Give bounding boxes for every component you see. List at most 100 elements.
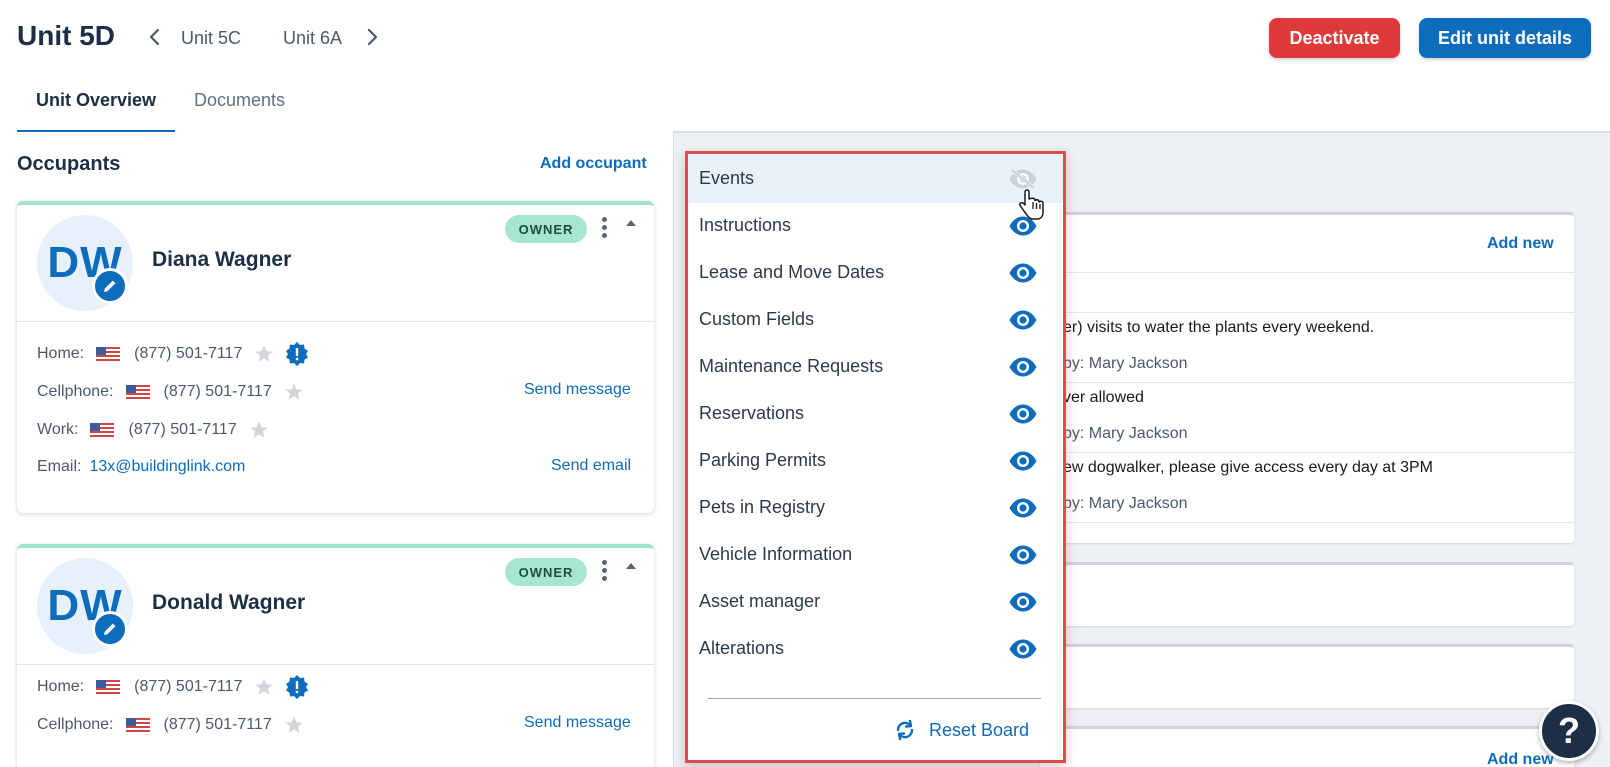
cellphone-row: Cellphone: (877) 501-7117: [37, 380, 304, 404]
menu-item-label: Maintenance Requests: [699, 356, 884, 376]
hand-cursor-icon: [1017, 188, 1047, 222]
star-icon[interactable]: [284, 715, 304, 735]
eye-icon[interactable]: [1008, 403, 1038, 425]
star-icon[interactable]: [254, 677, 274, 697]
eye-icon[interactable]: [1008, 638, 1038, 660]
email-row: Email: 13x@buildinglink.com: [37, 455, 245, 479]
menu-item-asset-manager[interactable]: Asset manager: [688, 578, 1063, 626]
menu-item-pets-in-registry[interactable]: Pets in Registry: [688, 484, 1063, 532]
note-author: by: Mary Jackson: [1063, 425, 1188, 442]
menu-item-label: Events: [699, 168, 755, 188]
home-phone: (877) 501-7117: [134, 345, 243, 362]
add-new-link[interactable]: Add new: [1487, 751, 1554, 767]
notes-section: [1040, 212, 1574, 543]
card-divider: [17, 664, 654, 665]
section-divider: [1040, 522, 1574, 523]
occupant-name: Donald Wagner: [152, 591, 306, 614]
edit-pencil-icon[interactable]: [92, 268, 128, 304]
prev-unit-link[interactable]: Unit 5C: [181, 28, 241, 49]
star-icon[interactable]: [249, 420, 269, 440]
eye-icon[interactable]: [1008, 262, 1038, 284]
us-flag-icon: [125, 385, 150, 399]
collapsed-section: [1040, 644, 1574, 708]
home-label: Home:: [37, 678, 85, 695]
eye-icon[interactable]: [1008, 309, 1038, 331]
reset-board-button[interactable]: Reset Board: [893, 715, 1029, 745]
menu-item-label: Instructions: [699, 215, 792, 235]
star-icon[interactable]: [254, 344, 274, 364]
us-flag-icon: [96, 680, 121, 694]
eye-icon[interactable]: [1008, 497, 1038, 519]
eye-icon[interactable]: [1008, 544, 1038, 566]
chevron-up-icon[interactable]: [623, 215, 639, 231]
chevron-right-icon[interactable]: [363, 26, 381, 48]
note-author: by: Mary Jackson: [1063, 355, 1188, 372]
deactivate-button[interactable]: Deactivate: [1269, 18, 1400, 58]
menu-item-label: Custom Fields: [699, 309, 815, 329]
eye-icon[interactable]: [1008, 356, 1038, 378]
menu-item-label: Lease and Move Dates: [699, 262, 885, 282]
reset-board-label: Reset Board: [929, 719, 1030, 740]
menu-item-maintenance-requests[interactable]: Maintenance Requests: [688, 343, 1063, 391]
menu-item-label: Pets in Registry: [699, 497, 826, 517]
next-unit-link[interactable]: Unit 6A: [283, 28, 342, 49]
cellphone-label: Cellphone:: [37, 383, 114, 400]
cellphone-label: Cellphone:: [37, 716, 114, 733]
send-email-link[interactable]: Send email: [551, 457, 631, 475]
add-occupant-link[interactable]: Add occupant: [540, 155, 647, 173]
menu-item-events[interactable]: Events: [688, 155, 1063, 203]
work-phone-row: Work: (877) 501-7117: [37, 418, 269, 442]
menu-item-label: Alterations: [699, 638, 785, 658]
help-button[interactable]: ?: [1539, 701, 1599, 761]
page-title: Unit 5D: [17, 20, 115, 51]
more-options-icon[interactable]: [597, 215, 611, 241]
note-author: by: Mary Jackson: [1063, 495, 1188, 512]
menu-item-instructions[interactable]: Instructions: [688, 202, 1063, 250]
menu-item-label: Reservations: [699, 403, 805, 423]
occupant-card: DW Diana Wagner OWNER Home: (877) 501-71…: [17, 201, 654, 513]
cellphone-row: Cellphone: (877) 501-7117: [37, 713, 304, 737]
chevron-left-icon[interactable]: [146, 26, 164, 48]
send-message-link[interactable]: Send message: [524, 714, 631, 732]
more-options-icon[interactable]: [597, 558, 611, 584]
tab-unit-overview[interactable]: Unit Overview: [36, 90, 156, 111]
occupant-card: DW Donald Wagner OWNER Home: (877) 501-7…: [17, 544, 654, 767]
collapsed-section: [1040, 562, 1574, 626]
star-icon[interactable]: [284, 382, 304, 402]
us-flag-icon: [90, 423, 115, 437]
email-link[interactable]: 13x@buildinglink.com: [89, 458, 245, 476]
menu-item-custom-fields[interactable]: Custom Fields: [688, 296, 1063, 344]
owner-badge: OWNER: [505, 558, 587, 586]
menu-item-reservations[interactable]: Reservations: [688, 390, 1063, 438]
edit-unit-details-button[interactable]: Edit unit details: [1419, 18, 1591, 58]
refresh-icon: [896, 719, 914, 741]
menu-item-parking-permits[interactable]: Parking Permits: [688, 437, 1063, 485]
menu-item-label: Asset manager: [699, 591, 821, 611]
active-tab-indicator: [17, 130, 175, 132]
add-new-link[interactable]: Add new: [1487, 235, 1554, 253]
menu-item-alterations[interactable]: Alterations: [688, 625, 1063, 673]
section-divider: [1040, 272, 1574, 273]
email-label: Email:: [37, 458, 82, 475]
home-label: Home:: [37, 345, 85, 362]
card-divider: [17, 321, 654, 322]
note-text: ver allowed: [1063, 389, 1144, 406]
eye-off-icon[interactable]: [1008, 168, 1038, 190]
hide-show-content-dropdown: Reset Board Events Instructions Lease and …: [685, 151, 1066, 763]
us-flag-icon: [125, 718, 150, 732]
edit-pencil-icon[interactable]: [92, 611, 128, 647]
cellphone-number: (877) 501-7117: [163, 716, 272, 733]
note-text: er) visits to water the plants every wee…: [1063, 319, 1375, 336]
home-phone-row: Home: (877) 501-7117: [37, 675, 310, 699]
menu-item-lease-and-move-dates[interactable]: Lease and Move Dates: [688, 249, 1063, 297]
note-text: ew dogwalker, please give access every d…: [1063, 459, 1433, 476]
chevron-up-icon[interactable]: [623, 558, 639, 574]
eye-icon[interactable]: [1008, 450, 1038, 472]
alert-badge-icon: [286, 342, 309, 366]
send-message-link[interactable]: Send message: [524, 381, 631, 399]
eye-icon[interactable]: [1008, 591, 1038, 613]
tab-documents[interactable]: Documents: [194, 90, 285, 111]
section-divider: [1040, 452, 1574, 453]
menu-item-vehicle-information[interactable]: Vehicle Information: [688, 531, 1063, 579]
work-label: Work:: [37, 421, 79, 438]
